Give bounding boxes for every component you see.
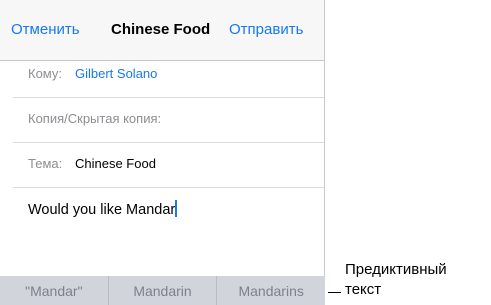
send-button[interactable]: Отправить bbox=[229, 21, 303, 38]
subject-label: Тема: bbox=[28, 156, 63, 171]
callout-line-2: текст bbox=[345, 281, 382, 298]
to-field[interactable]: Кому: Gilbert Solano bbox=[13, 53, 325, 98]
cc-bcc-field[interactable]: Копия/Скрытая копия: bbox=[13, 98, 325, 143]
predictive-text-bar: "Mandar" Mandarin Mandarins bbox=[0, 276, 325, 305]
message-body-text: Would you like Mandar bbox=[28, 202, 176, 218]
callout-line-1: Предиктивный bbox=[345, 261, 447, 278]
callout-leader-line bbox=[328, 292, 341, 293]
to-label: Кому: bbox=[28, 66, 62, 81]
mail-compose-screen: Отменить Chinese Food Отправить Кому: Gi… bbox=[0, 0, 325, 305]
page: Отменить Chinese Food Отправить Кому: Gi… bbox=[0, 0, 491, 305]
cc-bcc-label: Копия/Скрытая копия: bbox=[28, 111, 162, 126]
suggestion-1[interactable]: Mandarin bbox=[107, 276, 217, 305]
compose-navbar: Отменить Chinese Food Отправить bbox=[0, 0, 325, 61]
suggestion-2[interactable]: Mandarins bbox=[216, 276, 325, 305]
to-recipient[interactable]: Gilbert Solano bbox=[75, 66, 157, 81]
message-body[interactable]: Would you like Mandar bbox=[28, 200, 318, 260]
text-cursor bbox=[175, 200, 178, 217]
subject-value[interactable]: Chinese Food bbox=[75, 156, 156, 171]
compose-title: Chinese Food bbox=[111, 21, 211, 38]
subject-field[interactable]: Тема: Chinese Food bbox=[13, 143, 325, 188]
predictive-text-callout: Предиктивный текст bbox=[345, 260, 447, 300]
cancel-button[interactable]: Отменить bbox=[11, 21, 80, 38]
suggestion-typed-word[interactable]: "Mandar" bbox=[0, 276, 108, 305]
